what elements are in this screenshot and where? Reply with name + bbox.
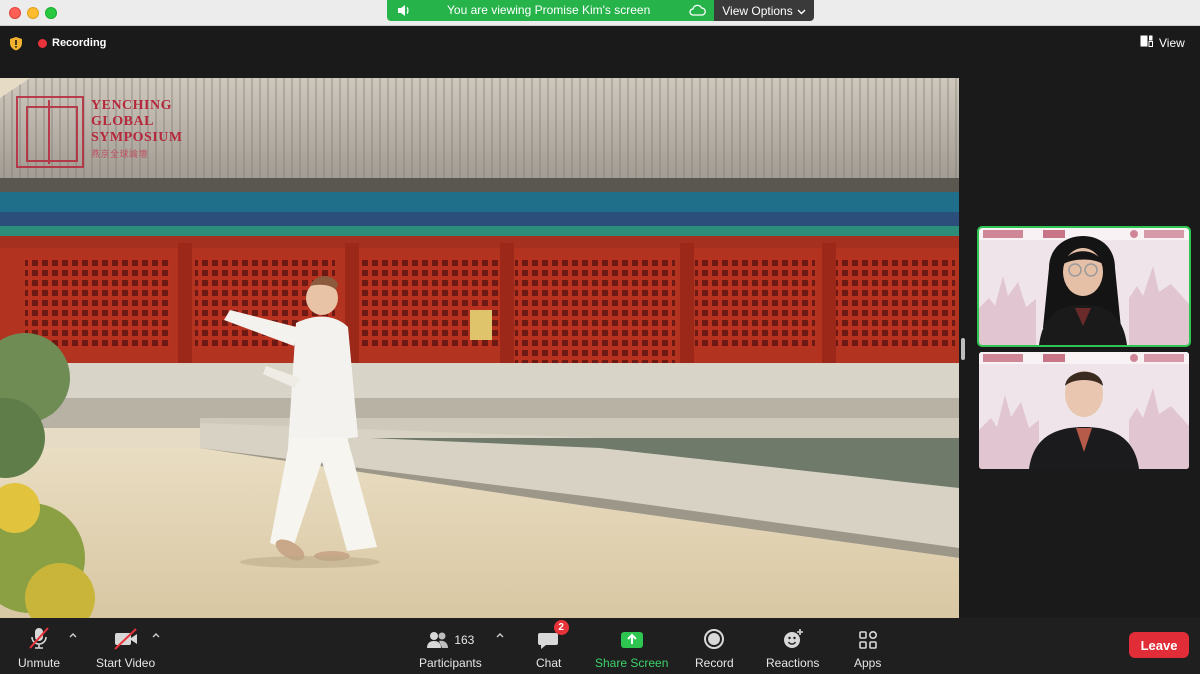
seal-logo-icon (16, 96, 84, 168)
reactions-label: Reactions (766, 656, 820, 670)
participant-video-image (979, 228, 1189, 345)
meeting-topbar: Recording View (0, 27, 1200, 78)
window-titlebar: You are viewing Promise Kim's screen Vie… (0, 0, 1200, 26)
participants-label: Participants (419, 656, 482, 670)
share-banner-text: You are viewing Promise Kim's screen (447, 3, 651, 17)
share-screen-icon (620, 624, 644, 650)
shared-screen-content[interactable]: YENCHING GLOBAL SYMPOSIUM 燕京全球論壇 (0, 78, 959, 618)
chevron-down-icon (797, 4, 806, 18)
participants-button[interactable]: 163 Participants (419, 624, 482, 670)
maximize-window-button[interactable] (45, 7, 57, 19)
minimize-window-button[interactable] (27, 7, 39, 19)
leave-meeting-button[interactable]: Leave (1129, 632, 1189, 658)
participants-options-chevron-up-icon[interactable] (495, 630, 505, 640)
video-off-icon (112, 624, 140, 650)
chat-button[interactable]: 2 Chat (536, 620, 569, 670)
participant-video-tile[interactable] (977, 226, 1191, 347)
meeting-toolbar: Unmute Start Video 163 Participants 2 Ch… (0, 618, 1200, 674)
start-video-label: Start Video (96, 656, 156, 670)
yenching-logo: YENCHING GLOBAL SYMPOSIUM 燕京全球論壇 (14, 96, 204, 171)
record-icon (703, 624, 725, 650)
logo-title: YENCHING GLOBAL SYMPOSIUM (91, 98, 183, 146)
record-button[interactable]: Record (695, 624, 734, 670)
participant-video-image (979, 352, 1189, 469)
logo-line-3: SYMPOSIUM (91, 130, 183, 145)
apps-label: Apps (854, 656, 882, 670)
share-screen-button[interactable]: Share Screen (595, 624, 668, 670)
record-label: Record (695, 656, 734, 670)
view-options-button[interactable]: View Options (714, 0, 814, 21)
share-screen-label: Share Screen (595, 656, 669, 670)
security-shield-icon[interactable] (9, 36, 23, 56)
recording-label: Recording (52, 37, 107, 49)
close-window-button[interactable] (9, 7, 21, 19)
logo-subtitle: 燕京全球論壇 (91, 149, 149, 159)
chat-icon: 2 (537, 620, 569, 650)
unmute-label: Unmute (18, 656, 61, 670)
muted-mic-icon (28, 624, 50, 650)
start-video-button[interactable]: Start Video (96, 624, 155, 670)
logo-line-2: GLOBAL (91, 114, 154, 129)
chat-unread-badge: 2 (553, 620, 569, 635)
cloud-icon (689, 3, 706, 22)
participants-count: 163 (454, 633, 475, 647)
view-options-label: View Options (722, 3, 793, 18)
view-layout-icon (1140, 35, 1153, 50)
view-button[interactable]: View (1140, 35, 1185, 50)
chat-label: Chat (536, 656, 562, 670)
apps-icon (858, 624, 878, 650)
unmute-button[interactable]: Unmute (18, 624, 60, 670)
apps-button[interactable]: Apps (854, 624, 881, 670)
view-label: View (1159, 35, 1185, 50)
reactions-button[interactable]: Reactions (766, 624, 819, 670)
logo-line-1: YENCHING (91, 98, 173, 113)
recording-indicator[interactable]: Recording (38, 37, 106, 49)
screen-share-banner: You are viewing Promise Kim's screen (387, 0, 714, 21)
speaker-icon (397, 4, 411, 22)
participants-icon-group: 163 (426, 624, 474, 650)
participant-video-tile[interactable] (979, 352, 1189, 469)
participants-icon (427, 632, 449, 648)
recording-dot-icon (38, 38, 47, 48)
panel-resize-handle[interactable] (961, 338, 965, 360)
reactions-smiley-icon (782, 624, 804, 650)
video-options-chevron-up-icon[interactable] (151, 630, 161, 640)
audio-options-chevron-up-icon[interactable] (68, 630, 78, 640)
